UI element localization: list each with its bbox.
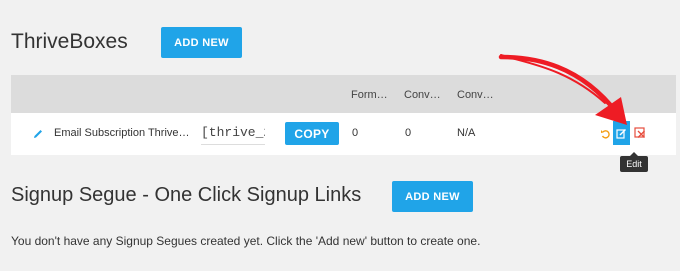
table-row: Email Subscription Thrive… [thrive_2ste … [11, 113, 676, 155]
edit-icon[interactable] [613, 121, 630, 145]
reset-icon[interactable] [600, 127, 611, 145]
segue-add-new-button[interactable]: ADD NEW [392, 181, 473, 212]
empty-state-message: You don't have any Signup Segues created… [11, 234, 481, 248]
pencil-icon[interactable] [32, 127, 44, 145]
thriveboxes-table: Form… Conv… Conv… Email Subscription Thr… [11, 75, 676, 155]
shortcode-field[interactable]: [thrive_2ste [201, 122, 265, 145]
thrivebox-name[interactable]: Email Subscription Thrive… [54, 127, 190, 139]
thriveboxes-title: ThriveBoxes [11, 30, 128, 53]
segue-title: Signup Segue - One Click Signup Links [11, 184, 362, 206]
thriveboxes-add-new-button[interactable]: ADD NEW [161, 27, 242, 58]
forms-count: 0 [352, 127, 359, 139]
delete-icon[interactable] [634, 126, 646, 144]
column-header-conversions[interactable]: Conv… [404, 89, 441, 101]
table-header: Form… Conv… Conv… [11, 75, 676, 113]
edit-tooltip: Edit [620, 152, 648, 172]
conversions-count: 0 [405, 127, 412, 139]
column-header-conversion-rate[interactable]: Conv… [457, 89, 494, 101]
conversion-rate: N/A [457, 127, 476, 139]
copy-button[interactable]: COPY [285, 122, 339, 145]
column-header-forms[interactable]: Form… [351, 89, 388, 101]
